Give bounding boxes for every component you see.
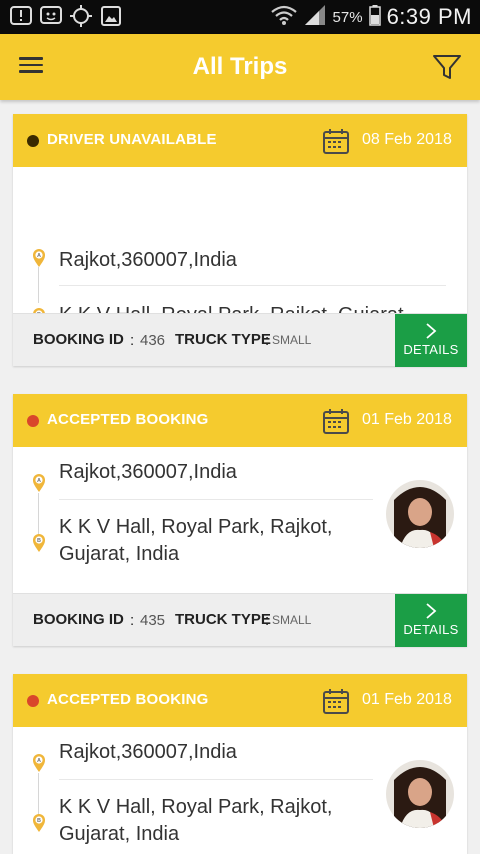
trip-card-header: ACCEPTED BOOKING 01 Feb 2018 <box>13 674 467 727</box>
trip-route: A Rajkot,360007,India B K K V Hall, Roya… <box>13 167 467 326</box>
filter-icon <box>433 55 461 79</box>
booking-id-value: 435 <box>140 612 166 629</box>
details-label: DETAILS <box>403 342 459 357</box>
drop-pin-icon: B <box>33 534 45 552</box>
drop-pin-icon: B <box>33 814 45 832</box>
trip-card-footer: BOOKING ID : 435 TRUCK TYPE : SMALL DETA… <box>13 593 467 647</box>
trip-date: 01 Feb 2018 <box>362 411 452 428</box>
trip-card-header: ACCEPTED BOOKING 01 Feb 2018 <box>13 394 467 447</box>
pickup-address: Rajkot,360007,India <box>59 741 237 763</box>
pickup-address: Rajkot,360007,India <box>59 249 237 271</box>
trip-status: DRIVER UNAVAILABLE <box>47 131 217 148</box>
drop-address-line2: Gujarat, India <box>59 543 180 565</box>
battery-percent: 57% <box>332 8 363 26</box>
trip-route: A Rajkot,360007,India B K K V Hall, Roya… <box>13 727 467 854</box>
drop-address-line2: Gujarat, India <box>59 823 180 845</box>
status-indicator-dot <box>27 415 39 427</box>
chevron-right-icon <box>426 603 437 619</box>
status-indicator-dot <box>27 695 39 707</box>
trip-date: 08 Feb 2018 <box>362 131 452 148</box>
details-label: DETAILS <box>403 622 459 637</box>
trip-date: 01 Feb 2018 <box>362 691 452 708</box>
booking-id-label: BOOKING ID <box>33 331 124 348</box>
wifi-icon <box>270 4 297 31</box>
drop-address-line1: K K V Hall, Royal Park, Rajkot, <box>59 516 333 538</box>
battery-icon <box>368 4 381 31</box>
image-notification-icon <box>100 5 122 27</box>
status-indicator-dot <box>27 135 39 147</box>
status-bar: 57% 6:39 PM <box>0 0 480 34</box>
chevron-right-icon <box>426 323 437 339</box>
route-connector <box>38 773 39 815</box>
svg-text:B: B <box>37 818 41 824</box>
filter-button[interactable] <box>432 52 462 82</box>
calendar-icon <box>323 409 349 434</box>
pickup-pin-icon: A <box>33 249 45 267</box>
calendar-icon <box>323 129 349 154</box>
trip-card[interactable]: ACCEPTED BOOKING 01 Feb 2018 A Rajkot,36… <box>13 674 467 854</box>
truck-type-label: TRUCK TYPE <box>175 611 271 628</box>
details-button[interactable]: DETAILS <box>395 594 467 647</box>
alert-notification-icon <box>10 5 32 27</box>
trip-card[interactable]: DRIVER UNAVAILABLE 08 Feb 2018 A Rajkot,… <box>13 114 467 367</box>
pickup-address: Rajkot,360007,India <box>59 461 237 483</box>
truck-type-label: TRUCK TYPE <box>175 331 271 348</box>
svg-text:B: B <box>37 538 41 544</box>
booking-id-value: 436 <box>140 332 166 349</box>
trip-card-header: DRIVER UNAVAILABLE 08 Feb 2018 <box>13 114 467 167</box>
trip-card[interactable]: ACCEPTED BOOKING 01 Feb 2018 A Rajkot,36… <box>13 394 467 647</box>
route-connector <box>38 267 39 303</box>
trip-route: A Rajkot,360007,India B K K V Hall, Roya… <box>13 447 467 593</box>
svg-text:A: A <box>37 478 41 484</box>
details-button[interactable]: DETAILS <box>395 314 467 367</box>
pickup-pin-icon: A <box>33 474 45 492</box>
pickup-pin-icon: A <box>33 754 45 772</box>
truck-type-value: SMALL <box>272 613 312 627</box>
chat-notification-icon <box>40 5 62 27</box>
driver-avatar[interactable] <box>386 480 454 548</box>
calendar-icon <box>323 689 349 714</box>
clock: 6:39 PM <box>386 4 472 29</box>
trip-status: ACCEPTED BOOKING <box>47 691 209 708</box>
signal-icon <box>303 4 327 31</box>
svg-text:A: A <box>37 758 41 764</box>
app-bar: All Trips <box>0 34 480 100</box>
page-title: All Trips <box>192 53 288 80</box>
location-crosshair-icon <box>70 5 92 27</box>
trip-card-footer: BOOKING ID : 436 TRUCK TYPE : SMALL DETA… <box>13 313 467 367</box>
driver-avatar[interactable] <box>386 760 454 828</box>
svg-text:A: A <box>37 253 41 259</box>
trip-status: ACCEPTED BOOKING <box>47 411 209 428</box>
truck-type-value: SMALL <box>272 333 312 347</box>
route-connector <box>38 493 39 535</box>
drop-address-line1: K K V Hall, Royal Park, Rajkot, <box>59 796 333 818</box>
booking-id-label: BOOKING ID <box>33 611 124 628</box>
